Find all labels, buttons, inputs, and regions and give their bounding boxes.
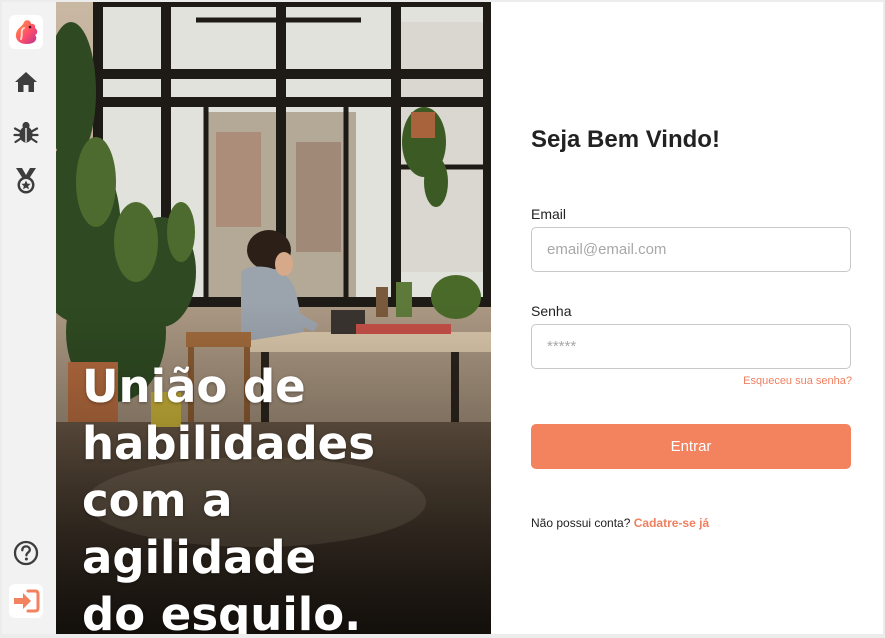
password-label: Senha [531,303,572,319]
login-button[interactable]: Entrar [531,424,851,469]
signup-prompt: Não possui conta? Cadatre-se já [531,516,709,530]
hero-headline: União de habilidades com a agilidade do … [82,358,482,634]
forgot-password-link[interactable]: Esqueceu sua senha? [743,375,852,387]
medal-icon[interactable] [9,164,43,198]
page-title: Seja Bem Vindo! [531,126,720,153]
squirrel-logo-icon[interactable] [9,15,43,49]
password-field[interactable] [531,324,851,369]
sidebar [2,2,56,634]
hero-line-2: habilidades [82,417,375,470]
signup-link[interactable]: Cadatre-se já [634,516,709,530]
hero-line-1: União de [82,360,306,413]
login-form: Seja Bem Vindo! Email Senha Esqueceu sua… [491,2,883,634]
hero-image-panel: União de habilidades com a agilidade do … [56,2,491,634]
home-icon[interactable] [9,65,43,99]
app-frame: União de habilidades com a agilidade do … [2,2,883,634]
hero-line-3: com a agilidade [82,474,317,584]
signup-prompt-text: Não possui conta? [531,516,631,530]
hero-line-4: do esquilo. [82,588,362,634]
email-field[interactable] [531,227,851,272]
bug-icon[interactable] [9,115,43,149]
help-icon[interactable] [9,536,43,570]
login-icon[interactable] [9,584,43,618]
email-label: Email [531,206,567,222]
